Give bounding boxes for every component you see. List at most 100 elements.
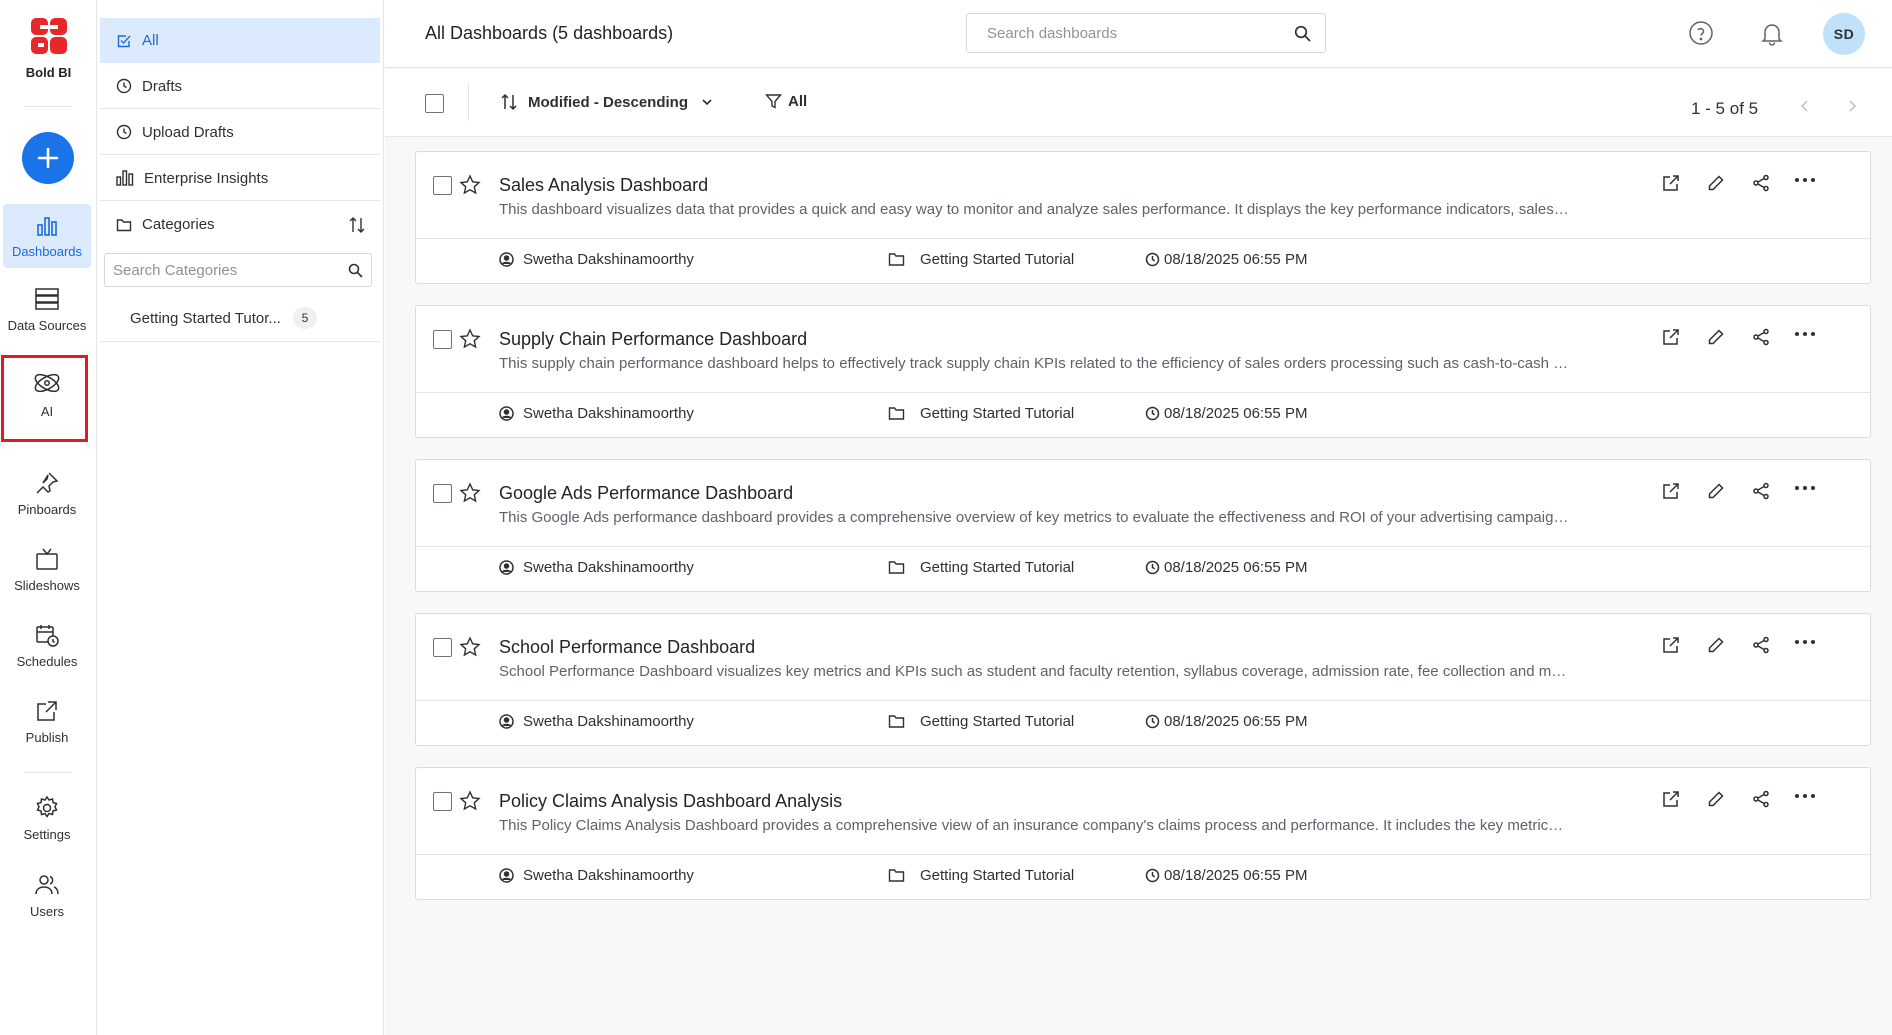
select-all-checkbox[interactable] (425, 94, 444, 113)
dashboard-card[interactable]: Sales Analysis Dashboard This dashboard … (415, 151, 1871, 284)
app-name: Bold BI (25, 65, 72, 80)
owner-name: Swetha Dakshinamoorthy (523, 867, 694, 884)
modified-date: 08/18/2025 06:55 PM (1164, 405, 1308, 422)
subcategory-item[interactable]: Getting Started Tutor... 5 (100, 295, 380, 342)
category-name: Getting Started Tutorial (920, 713, 1075, 730)
edit-pencil-icon[interactable] (1707, 790, 1725, 808)
share-icon[interactable] (1752, 636, 1770, 654)
dashboard-title[interactable]: School Performance Dashboard (499, 637, 755, 658)
avatar[interactable]: SD (1823, 13, 1865, 55)
sort-icon (501, 93, 517, 111)
star-icon[interactable] (459, 636, 481, 658)
category-search-box[interactable]: Search Categories (104, 253, 372, 287)
category-item-categories[interactable]: Categories (100, 202, 380, 247)
open-in-new-icon[interactable] (1662, 790, 1680, 808)
chevron-right-icon[interactable] (1845, 99, 1859, 113)
owner-info: Swetha Dakshinamoorthy (499, 405, 694, 422)
bell-icon[interactable] (1759, 20, 1785, 46)
rail-item-ai[interactable]: AI (3, 368, 91, 430)
dashboard-title[interactable]: Supply Chain Performance Dashboard (499, 329, 807, 350)
dashboard-search-box[interactable] (966, 13, 1326, 53)
user-circle-icon (499, 560, 514, 575)
rail-label-schedules: Schedules (16, 654, 78, 669)
more-options-icon[interactable] (1794, 636, 1816, 654)
more-options-icon[interactable] (1794, 328, 1816, 346)
rail-item-pinboards[interactable]: Pinboards (3, 470, 91, 528)
dashboard-title[interactable]: Sales Analysis Dashboard (499, 175, 708, 196)
calendar-clock-icon (36, 625, 59, 647)
clock-icon (116, 78, 132, 94)
category-item-enterprise-insights[interactable]: Enterprise Insights (100, 156, 380, 201)
pin-icon (36, 472, 59, 494)
more-options-icon[interactable] (1794, 790, 1816, 808)
open-in-new-icon[interactable] (1662, 636, 1680, 654)
category-info: Getting Started Tutorial (888, 867, 1074, 884)
rail-label-data-sources: Data Sources (7, 318, 87, 333)
edit-pencil-icon[interactable] (1707, 328, 1725, 346)
category-item-drafts[interactable]: Drafts (100, 64, 380, 109)
rail-item-dashboards[interactable]: Dashboards (3, 204, 91, 268)
share-icon[interactable] (1752, 790, 1770, 808)
filter-button[interactable]: All (765, 93, 807, 110)
rail-item-schedules[interactable]: Schedules (3, 622, 91, 682)
rail-item-slideshows[interactable]: Slideshows (3, 546, 91, 604)
rail-divider (24, 106, 72, 107)
card-checkbox[interactable] (433, 330, 452, 349)
rail-label-ai: AI (40, 404, 54, 419)
card-checkbox[interactable] (433, 176, 452, 195)
category-item-upload-drafts[interactable]: Upload Drafts (100, 110, 380, 155)
rail-item-data-sources[interactable]: Data Sources (3, 286, 91, 346)
modified-date: 08/18/2025 06:55 PM (1164, 713, 1308, 730)
dashboard-search-input[interactable] (987, 24, 1294, 42)
modified-info: 08/18/2025 06:55 PM (1145, 251, 1307, 268)
owner-info: Swetha Dakshinamoorthy (499, 867, 694, 884)
rail-item-publish[interactable]: Publish (3, 698, 91, 756)
search-icon (348, 263, 363, 278)
dashboard-card[interactable]: Supply Chain Performance Dashboard This … (415, 305, 1871, 438)
more-options-icon[interactable] (1794, 482, 1816, 500)
search-icon[interactable] (1294, 25, 1311, 42)
rail-item-users[interactable]: Users (3, 872, 91, 932)
category-search-input[interactable]: Search Categories (113, 262, 348, 279)
modified-date: 08/18/2025 06:55 PM (1164, 867, 1308, 884)
dashboard-title[interactable]: Policy Claims Analysis Dashboard Analysi… (499, 791, 842, 812)
dashboard-description: School Performance Dashboard visualizes … (499, 663, 1569, 680)
database-server-icon (35, 288, 59, 310)
dashboard-description: This Google Ads performance dashboard pr… (499, 509, 1569, 526)
dashboard-card[interactable]: Policy Claims Analysis Dashboard Analysi… (415, 767, 1871, 900)
create-button[interactable] (22, 132, 74, 184)
sort-label: Modified - Descending (528, 93, 689, 111)
sort-icon[interactable] (348, 216, 366, 234)
sort-dropdown[interactable]: Modified - Descending (500, 93, 724, 111)
share-icon[interactable] (1752, 174, 1770, 192)
open-in-new-icon[interactable] (1662, 174, 1680, 192)
star-icon[interactable] (459, 790, 481, 812)
more-options-icon[interactable] (1794, 174, 1816, 192)
app-logo[interactable]: Bold BI (0, 16, 97, 80)
dashboard-title[interactable]: Google Ads Performance Dashboard (499, 483, 793, 504)
chevron-left-icon[interactable] (1798, 99, 1812, 113)
share-icon[interactable] (1752, 328, 1770, 346)
edit-pencil-icon[interactable] (1707, 636, 1725, 654)
category-label: Categories (142, 216, 215, 233)
card-checkbox[interactable] (433, 484, 452, 503)
open-in-new-icon[interactable] (1662, 328, 1680, 346)
category-item-all[interactable]: All (100, 18, 380, 63)
open-in-new-icon[interactable] (1662, 482, 1680, 500)
folder-icon (888, 561, 905, 574)
card-checkbox[interactable] (433, 638, 452, 657)
card-checkbox[interactable] (433, 792, 452, 811)
edit-pencil-icon[interactable] (1707, 174, 1725, 192)
share-icon[interactable] (1752, 482, 1770, 500)
star-icon[interactable] (459, 328, 481, 350)
star-icon[interactable] (459, 174, 481, 196)
category-name: Getting Started Tutorial (920, 867, 1075, 884)
edit-pencil-icon[interactable] (1707, 482, 1725, 500)
dashboard-card[interactable]: School Performance Dashboard School Perf… (415, 613, 1871, 746)
help-icon[interactable] (1688, 20, 1714, 46)
modified-info: 08/18/2025 06:55 PM (1145, 559, 1307, 576)
rail-item-settings[interactable]: Settings (3, 795, 91, 855)
star-icon[interactable] (459, 482, 481, 504)
dashboard-card[interactable]: Google Ads Performance Dashboard This Go… (415, 459, 1871, 592)
card-header: Google Ads Performance Dashboard This Go… (416, 460, 1870, 547)
